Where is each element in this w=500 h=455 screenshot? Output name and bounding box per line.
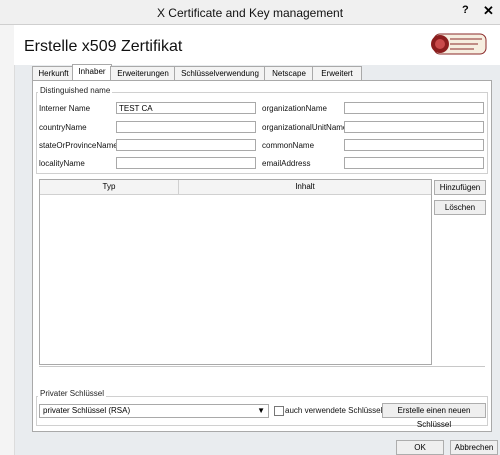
common-name-label: commonName [262, 141, 315, 150]
organization-name-input[interactable] [344, 102, 484, 114]
email-address-label: emailAddress [262, 159, 311, 168]
delete-button[interactable]: Löschen [434, 200, 486, 215]
country-name-label: countryName [39, 123, 87, 132]
state-name-input[interactable] [116, 139, 256, 151]
common-name-input[interactable] [344, 139, 484, 151]
used-keys-checkbox[interactable] [274, 406, 284, 416]
private-key-selected: privater Schlüssel (RSA) [43, 406, 131, 415]
organizational-unit-label: organizationalUnitName [262, 123, 348, 132]
ok-button[interactable]: OK [396, 440, 444, 455]
email-address-input[interactable] [344, 157, 484, 169]
cancel-button[interactable]: Abbrechen [450, 440, 498, 455]
new-key-button[interactable]: Erstelle einen neuen Schlüssel [382, 403, 486, 429]
column-typ-header[interactable]: Typ [40, 180, 179, 195]
state-name-label: stateOrProvinceName [39, 141, 118, 150]
column-inhalt-header[interactable]: Inhalt [179, 180, 431, 195]
add-button[interactable]: Hinzufügen [434, 180, 486, 195]
attributes-table[interactable]: Typ Inhalt [39, 179, 432, 365]
tab-herkunft[interactable]: Herkunft [32, 66, 75, 80]
private-key-select[interactable]: privater Schlüssel (RSA) ▼ [39, 404, 269, 418]
private-key-legend: Privater Schlüssel [38, 389, 107, 398]
interner-name-input[interactable]: TEST CA [116, 102, 256, 114]
used-keys-label: auch verwendete Schlüssel [285, 406, 383, 415]
page-title: Erstelle x509 Zertifikat [24, 38, 183, 55]
tab-inhaber[interactable]: Inhaber [72, 64, 112, 81]
help-button[interactable]: ? [462, 4, 469, 16]
tab-erweiterungen[interactable]: Erweiterungen [110, 66, 176, 80]
divider [39, 366, 485, 367]
window-title: X Certificate and Key management [156, 6, 344, 20]
distinguished-name-legend: Distinguished name [38, 86, 113, 95]
organization-name-label: organizationName [262, 104, 327, 113]
chevron-down-icon: ▼ [257, 406, 265, 415]
close-button[interactable]: ✕ [483, 3, 494, 19]
tab-schluesselverwendung[interactable]: Schlüsselverwendung [174, 66, 266, 80]
background-window-strip [0, 0, 15, 455]
locality-name-input[interactable] [116, 157, 256, 169]
interner-name-label: Interner Name [39, 104, 91, 113]
country-name-input[interactable] [116, 121, 256, 133]
organizational-unit-input[interactable] [344, 121, 484, 133]
logo-icon [428, 30, 490, 60]
locality-name-label: localityName [39, 159, 85, 168]
tab-netscape[interactable]: Netscape [264, 66, 314, 80]
tab-erweitert[interactable]: Erweitert [312, 66, 362, 80]
